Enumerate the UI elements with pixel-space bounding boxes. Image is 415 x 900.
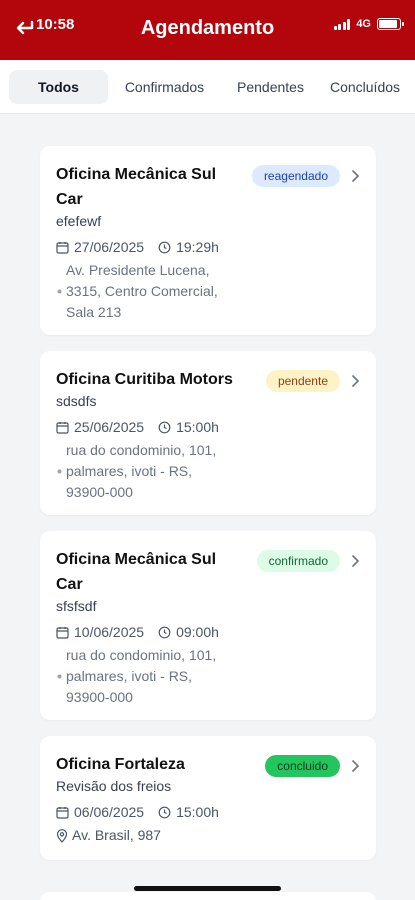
appointment-card[interactable]: Oficina Fortaleza concluido Revisão dos … [40, 736, 376, 860]
appointment-address: rua do condominio, 101, palmares, ivoti … [66, 442, 217, 500]
appointment-time: 09:00h [176, 624, 219, 640]
tab-pendentes[interactable]: Pendentes [221, 70, 320, 104]
location-pin-icon [56, 440, 62, 503]
workshop-name: Oficina Mecânica Sul Car [56, 166, 217, 208]
status-badge: confirmado [256, 550, 340, 572]
battery-icon [377, 18, 404, 30]
status-badge: pendente [265, 370, 340, 392]
calendar-icon [56, 241, 69, 254]
appointment-date: 06/06/2025 [74, 804, 145, 820]
status-badge: concluido [265, 755, 340, 777]
appointment-time: 15:00h [176, 804, 219, 820]
status-icons: 4G [333, 18, 404, 30]
appointment-card[interactable]: Oficina Mecânica Sul Car confirmado sfsf… [40, 531, 376, 720]
appointment-address: Av. Presidente Lucena, 3315, Centro Come… [66, 262, 218, 320]
status-badge: reagendado [251, 165, 340, 187]
chevron-right-icon [352, 375, 360, 387]
home-indicator[interactable] [134, 886, 281, 891]
appointment-date: 10/06/2025 [74, 624, 145, 640]
appointment-list: Oficina Mecânica Sul Car reagendado efef… [40, 146, 376, 876]
appointment-time: 19:29h [176, 239, 219, 255]
app-header: 10:58 Agendamento 4G [0, 0, 415, 60]
appointment-date: 25/06/2025 [74, 419, 145, 435]
clock-icon [158, 241, 171, 253]
chevron-right-icon [352, 555, 360, 567]
clock-icon [158, 806, 171, 818]
appointment-description: sdsdfs [56, 393, 97, 409]
appointment-description: sfsfsdf [56, 598, 97, 614]
network-label: 4G [356, 18, 371, 30]
chevron-right-icon [352, 760, 360, 772]
appointment-date: 27/06/2025 [74, 239, 145, 255]
location-pin-icon [56, 260, 62, 323]
appointment-card[interactable]: Oficina Mecânica Sul Car reagendado efef… [40, 146, 376, 335]
calendar-icon [56, 626, 69, 639]
appointment-time: 15:00h [176, 419, 219, 435]
workshop-name: Oficina Curitiba Motors [56, 371, 233, 388]
signal-icon [333, 18, 351, 30]
calendar-icon [56, 806, 69, 819]
workshop-name: Oficina Mecânica Sul Car [56, 551, 217, 593]
clock-icon [158, 626, 171, 638]
tab-concluidos[interactable]: Concluídos [320, 70, 410, 104]
appointment-description: efefewf [56, 213, 102, 229]
location-pin-icon [56, 645, 62, 708]
appointment-card-partial[interactable] [40, 892, 376, 900]
calendar-icon [56, 421, 69, 434]
appointment-address: Av. Brasil, 987 [72, 827, 161, 843]
filter-tabs: Todos Confirmados Pendentes Concluídos [0, 60, 415, 114]
appointment-address: rua do condominio, 101, palmares, ivoti … [66, 647, 217, 705]
appointment-card[interactable]: Oficina Curitiba Motors pendente sdsdfs … [40, 351, 376, 515]
chevron-right-icon [352, 170, 360, 182]
location-pin-icon [56, 828, 68, 843]
tab-confirmados[interactable]: Confirmados [108, 70, 221, 104]
workshop-name: Oficina Fortaleza [56, 756, 185, 773]
appointment-description: Revisão dos freios [56, 778, 172, 794]
tab-todos[interactable]: Todos [9, 69, 108, 104]
clock-icon [158, 421, 171, 433]
